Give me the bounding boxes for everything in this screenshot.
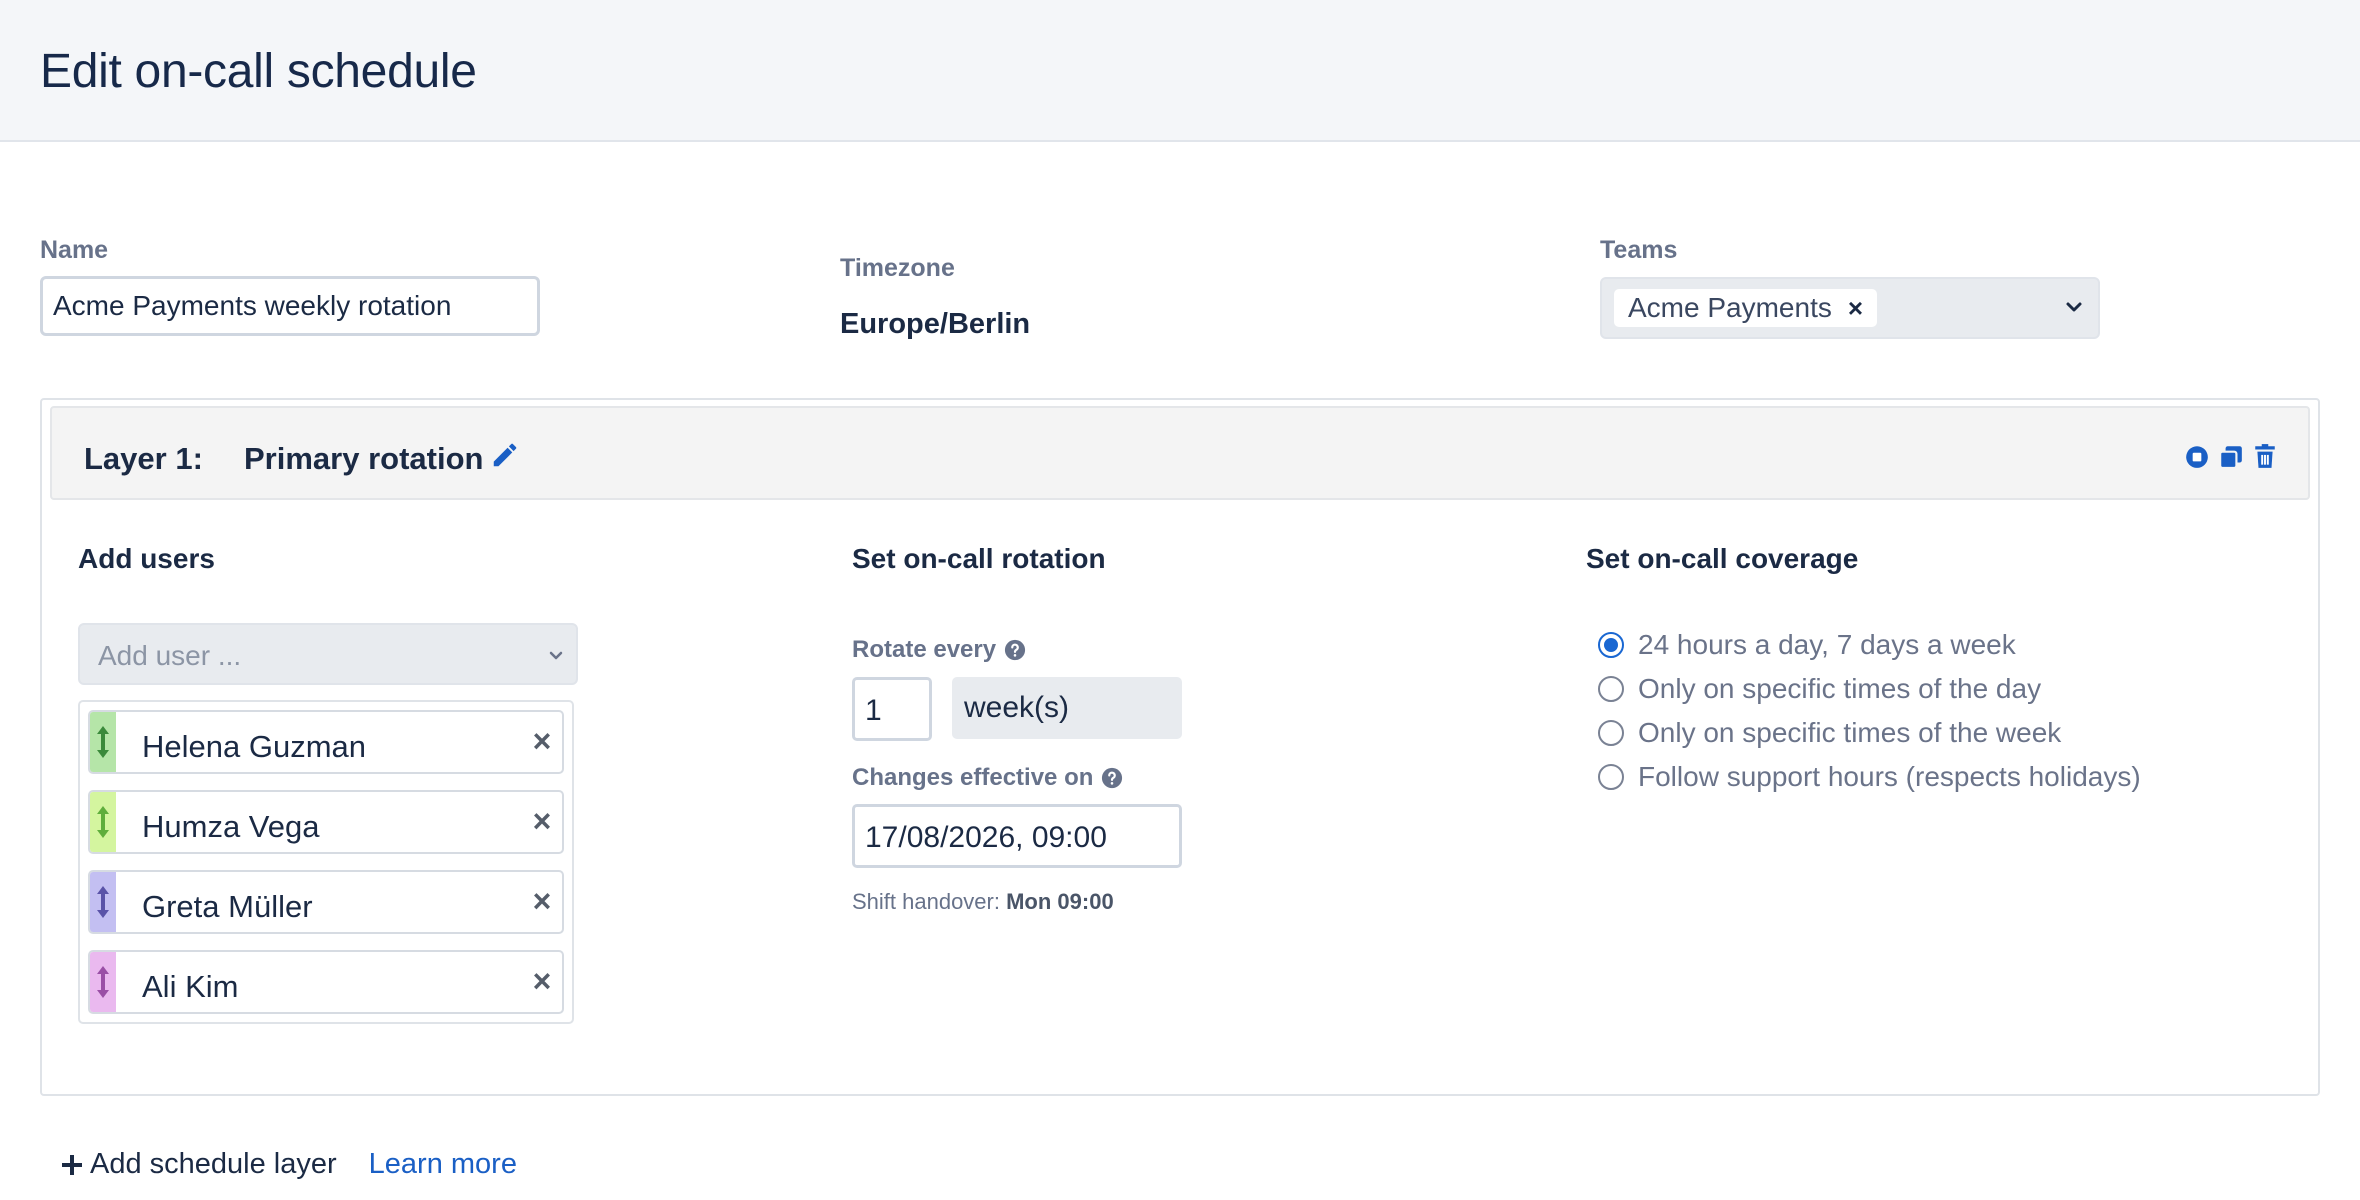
teams-select[interactable]: Acme Payments × (1600, 277, 2100, 339)
pencil-icon[interactable] (490, 440, 520, 470)
coverage-title: Set on-call coverage (1586, 543, 1859, 574)
radio-button[interactable] (1598, 632, 1624, 658)
vertical-arrows-icon (97, 886, 109, 918)
add-user-placeholder: Add user ... (98, 640, 242, 671)
add-users-title: Add users (78, 543, 215, 574)
timezone-label: Timezone (840, 254, 955, 282)
user-name: Ali Kim (142, 969, 239, 1004)
coverage-option-label: 24 hours a day, 7 days a week (1638, 629, 2016, 660)
remove-user-icon[interactable]: × (530, 965, 554, 997)
user-row[interactable]: Ali Kim × (88, 950, 564, 1014)
layer-header: Layer 1: Primary rotation (50, 406, 2310, 500)
team-chip: Acme Payments × (1614, 289, 1878, 327)
drag-handle[interactable] (90, 872, 116, 932)
user-name: Humza Vega (142, 809, 320, 844)
copy-icon[interactable] (2218, 442, 2244, 470)
changes-effective-input[interactable]: 17/08/2026, 09:00 (852, 804, 1182, 868)
shift-handover-text: Shift handover: Mon 09:00 (852, 889, 1114, 915)
add-schedule-layer-label: Add schedule layer (90, 1148, 337, 1180)
coverage-option-label: Follow support hours (respects holidays) (1638, 761, 2141, 792)
user-row[interactable]: Greta Müller × (88, 870, 564, 934)
shift-handover-prefix: Shift handover: (852, 889, 1000, 914)
footer-actions: Add schedule layer Learn more (60, 1148, 517, 1181)
changes-effective-label: Changes effective on (852, 764, 1123, 792)
question-icon[interactable] (1101, 767, 1123, 789)
coverage-option-always[interactable]: 24 hours a day, 7 days a week (1598, 629, 2016, 661)
coverage-option-label: Only on specific times of the day (1638, 673, 2042, 704)
name-label: Name (40, 236, 109, 264)
rotate-unit-select[interactable]: week(s) (952, 677, 1182, 739)
radio-button[interactable] (1598, 764, 1624, 790)
rotate-every-label: Rotate every (852, 636, 1026, 664)
chevron-down-icon (549, 651, 563, 660)
layer-name: Primary rotation (244, 441, 484, 476)
user-name: Helena Guzman (142, 729, 367, 764)
rotation-title: Set on-call rotation (852, 543, 1106, 574)
layer-number: Layer 1: (84, 441, 203, 476)
user-row[interactable]: Humza Vega × (88, 790, 564, 854)
page-header: Edit on-call schedule (0, 0, 2360, 142)
name-input[interactable] (40, 276, 540, 336)
rotate-every-text: Rotate every (852, 636, 997, 663)
record-icon[interactable] (2184, 442, 2210, 470)
learn-more-link[interactable]: Learn more (369, 1148, 517, 1181)
chevron-down-icon[interactable] (2064, 297, 2084, 317)
shift-handover-value: Mon 09:00 (1006, 889, 1114, 914)
add-schedule-layer-button[interactable]: Add schedule layer (60, 1148, 337, 1181)
user-list: Helena Guzman × Humza Vega × Greta Mülle… (78, 700, 574, 1024)
changes-effective-text: Changes effective on (852, 764, 1094, 791)
user-row[interactable]: Helena Guzman × (88, 710, 564, 774)
remove-user-icon[interactable]: × (530, 885, 554, 917)
rotate-every-input[interactable]: 1 (852, 677, 932, 741)
teams-label: Teams (1600, 236, 1678, 264)
coverage-option-times-of-day[interactable]: Only on specific times of the day (1598, 673, 2041, 705)
vertical-arrows-icon (97, 966, 109, 998)
coverage-option-times-of-week[interactable]: Only on specific times of the week (1598, 717, 2061, 749)
drag-handle[interactable] (90, 792, 116, 852)
timezone-value: Europe/Berlin (840, 308, 1031, 340)
remove-user-icon[interactable]: × (530, 805, 554, 837)
coverage-option-label: Only on specific times of the week (1638, 717, 2062, 748)
drag-handle[interactable] (90, 712, 116, 772)
radio-button[interactable] (1598, 676, 1624, 702)
team-chip-label: Acme Payments (1628, 292, 1832, 323)
radio-button[interactable] (1598, 720, 1624, 746)
coverage-option-support-hours[interactable]: Follow support hours (respects holidays) (1598, 761, 2141, 793)
plus-icon (62, 1154, 82, 1175)
trash-icon[interactable] (2252, 442, 2278, 470)
vertical-arrows-icon (97, 806, 109, 838)
question-icon[interactable] (1004, 639, 1026, 661)
page-title: Edit on-call schedule (40, 45, 477, 98)
drag-handle[interactable] (90, 952, 116, 1012)
add-user-select[interactable]: Add user ... (78, 623, 578, 685)
remove-team-icon[interactable]: × (1848, 293, 1863, 324)
remove-user-icon[interactable]: × (530, 725, 554, 757)
user-name: Greta Müller (142, 889, 313, 924)
vertical-arrows-icon (97, 726, 109, 758)
